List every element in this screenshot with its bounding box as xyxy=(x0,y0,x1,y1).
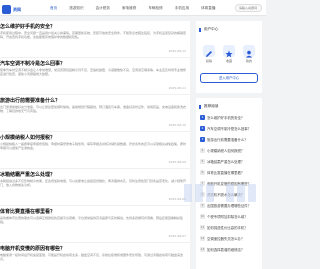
recommend-item[interactable]: 11 如何挑选性价比高的手机？ xyxy=(200,225,260,230)
post-summary: 电脑使用一段时间后开机速度变慢，可能是开机启动项太多、磁盘空间不足、系统垃圾堆积… xyxy=(0,253,184,262)
post-summary: 冰箱结霜过多不仅影响制冷效果，还会增加耗电量。可以先断电让霜层自然融化，再清理排… xyxy=(0,179,186,188)
rank-badge: 2 xyxy=(200,126,205,131)
recommend-item-label: 个税专项附加扣除怎么填？ xyxy=(207,215,248,219)
star-icon xyxy=(223,45,235,58)
rank-badge: 12 xyxy=(200,236,205,241)
list-item[interactable]: 电脑开机变慢的原因有哪些？ 电脑使用一段时间后开机速度变慢，可能是开机启动项太多… xyxy=(0,243,190,269)
nav-item-tax[interactable]: 会计税务 xyxy=(90,0,116,16)
list-item[interactable]: 体育比赛直播在哪里看？ 喜欢看体育比赛的朋友可以选择正规授权的直播平台观看，平台… xyxy=(0,206,190,243)
post-date: 2025-08-10 xyxy=(168,123,186,127)
recommend-item[interactable]: 2 汽车空调不制冷是怎么回事？ xyxy=(200,126,260,131)
list-item[interactable]: 怎么维护好手机的安全？ 手机使用过程中，安全问题一直是用户最关心的事情。定期更新… xyxy=(0,21,190,58)
rank-badge: 5 xyxy=(200,159,205,164)
quick-action-post[interactable]: 投稿 xyxy=(200,45,218,63)
recommend-item-label: 汽车空调不制冷是怎么回事？ xyxy=(207,127,252,131)
rank-badge: 3 xyxy=(200,137,205,142)
logo-icon xyxy=(2,5,11,14)
post-title[interactable]: 小规模纳税人如何报税？ xyxy=(0,134,55,141)
recommend-item-label: 旅游出行前需要准备什么？ xyxy=(207,138,248,142)
recommend-item-label: 空调遥控器失灵怎么办？ xyxy=(207,237,245,241)
recommend-item-label: 怎么维护好手机的安全？ xyxy=(207,116,245,120)
recommend-item[interactable]: 5 冰箱结霜严重怎么处理？ xyxy=(200,159,260,164)
recommend-item-label: 体育比赛直播在哪里看？ xyxy=(207,171,245,175)
list-item[interactable]: 冰箱结霜严重怎么处理？ 冰箱结霜过多不仅影响制冷效果，还会增加耗电量。可以先断电… xyxy=(0,169,190,206)
user-center-title: 用户中心 xyxy=(196,27,262,32)
nav-item-car[interactable]: 车辆检修 xyxy=(142,0,168,16)
user-icon xyxy=(243,45,255,58)
recommend-item[interactable]: 10 个税专项附加扣除怎么填？ xyxy=(200,214,260,219)
recommend-item[interactable]: 12 空调遥控器失灵怎么办？ xyxy=(200,236,260,241)
post-title[interactable]: 旅游出行前需要准备什么？ xyxy=(0,97,60,104)
recommend-item-label: 如何选择靠谱的维修店？ xyxy=(207,248,245,252)
post-date: 2025-08-07 xyxy=(168,234,186,238)
recommend-item[interactable]: 3 旅游出行前需要准备什么？ xyxy=(200,137,260,142)
nav-item-apps[interactable]: 手机应用 xyxy=(169,0,195,16)
post-title[interactable]: 怎么维护好手机的安全？ xyxy=(0,23,55,30)
rank-badge: 4 xyxy=(200,148,205,153)
nav-item-appliance[interactable]: 家电维修 xyxy=(116,0,142,16)
post-title[interactable]: 体育比赛直播在哪里看？ xyxy=(0,208,55,215)
rank-badge: 11 xyxy=(200,225,205,230)
top-navigation-bar: 资网 首页 旅游知识 会计税务 家电维修 车辆检修 手机应用 体育直播 xyxy=(0,0,266,16)
recommend-item[interactable]: 1 怎么维护好手机的安全？ xyxy=(200,115,260,120)
post-summary: 夏季驾车时空调不制冷会让人非常难受。常见原因包括制冷剂不足、压缩机故障、冷凝器散… xyxy=(0,68,186,77)
rank-badge: 6 xyxy=(200,170,205,175)
post-title[interactable]: 电脑开机变慢的原因有哪些？ xyxy=(0,245,65,252)
post-title[interactable]: 冰箱结霜严重怎么处理？ xyxy=(0,171,55,178)
rank-badge: 1 xyxy=(200,115,205,120)
quick-actions: 投稿 收藏 我的 xyxy=(200,45,258,63)
recommend-item[interactable]: 6 体育比赛直播在哪里看？ xyxy=(200,170,260,175)
article-list: 怎么维护好手机的安全？ 手机使用过程中，安全问题一直是用户最关心的事情。定期更新… xyxy=(0,21,190,269)
recommend-item[interactable]: 13 如何选择靠谱的维修店？ xyxy=(200,247,260,252)
list-item[interactable]: 旅游出行前需要准备什么？ 出门旅游前做好充分准备，可以让旅途更加顺利愉快。提前规… xyxy=(0,95,190,132)
recommend-item-label: 冰箱结霜严重怎么处理？ xyxy=(207,160,245,164)
nav-item-sports[interactable]: 体育直播 xyxy=(195,0,221,16)
site-logo[interactable]: 资网 xyxy=(0,3,30,14)
nav-item-travel[interactable]: 旅游知识 xyxy=(63,0,89,16)
logo-text: 资网 xyxy=(13,7,21,12)
edit-icon xyxy=(203,45,215,57)
quick-action-favorite[interactable]: 收藏 xyxy=(220,45,238,63)
rank-badge: 13 xyxy=(200,247,205,252)
watermark-logo xyxy=(184,184,256,202)
post-date: 2025-08-11 xyxy=(168,86,186,90)
recommend-item[interactable]: 4 小规模纳税人如何报税？ xyxy=(200,148,260,153)
list-item[interactable]: 汽车空调不制冷是怎么回事？ 夏季驾车时空调不制冷会让人非常难受。常见原因包括制冷… xyxy=(0,58,190,95)
nav-item-home[interactable]: 首页 xyxy=(44,0,63,16)
recommend-item-label: 小规模纳税人如何报税？ xyxy=(207,149,245,153)
recommend-item-label: 如何挑选性价比高的手机？ xyxy=(207,226,248,230)
post-summary: 小规模纳税人一般按季度申报增值税，申报时需登录电子税务局，填写申报表并核对销售额… xyxy=(0,142,186,151)
recommend-title: 推荐阅读 xyxy=(196,104,262,109)
post-title[interactable]: 汽车空调不制冷是怎么回事？ xyxy=(0,60,65,67)
rank-badge: 10 xyxy=(200,214,205,219)
user-center-card: 用户中心 投稿 收藏 我的 进入用户中心 xyxy=(196,21,262,93)
post-summary: 喜欢看体育比赛的朋友可以选择正规授权的直播平台观看，平台通常提供高清画质与实时解… xyxy=(0,216,184,225)
list-item[interactable]: 小规模纳税人如何报税？ 小规模纳税人一般按季度申报增值税，申报时需登录电子税务局… xyxy=(0,132,190,169)
post-date: 2025-08-12 xyxy=(168,49,186,53)
quick-action-profile[interactable]: 我的 xyxy=(240,45,258,63)
post-summary: 手机使用过程中，安全问题一直是用户最关心的事情。定期更新系统，安装可信的安全软件… xyxy=(0,31,186,40)
search-input[interactable] xyxy=(235,4,262,12)
enter-user-center-button[interactable]: 进入用户中心 xyxy=(200,73,258,83)
post-summary: 出门旅游前做好充分准备，可以让旅途更加顺利愉快。提前规划行程路线，预订酒店与车票… xyxy=(0,105,186,114)
post-date: 2025-08-09 xyxy=(168,160,186,164)
main-nav: 首页 旅游知识 会计税务 家电维修 车辆检修 手机应用 体育直播 xyxy=(44,0,221,16)
